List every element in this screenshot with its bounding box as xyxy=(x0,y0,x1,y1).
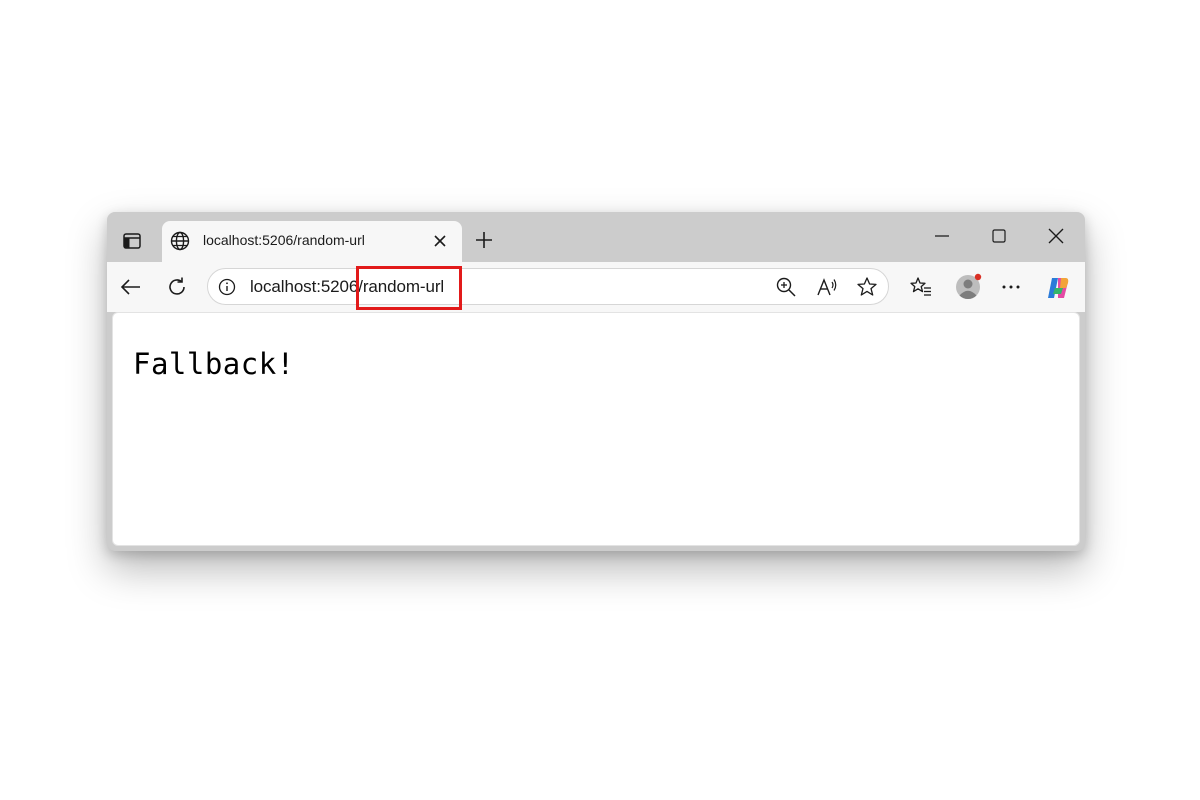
browser-window: localhost:5206/random-url localhost:5206… xyxy=(107,212,1085,551)
refresh-icon[interactable] xyxy=(165,275,189,299)
maximize-icon[interactable] xyxy=(989,226,1009,246)
arrow-left-icon[interactable] xyxy=(119,275,143,299)
more-icon[interactable] xyxy=(999,275,1023,299)
minimize-icon[interactable] xyxy=(932,226,952,246)
close-window-icon[interactable] xyxy=(1046,226,1066,246)
page-body-text: Fallback! xyxy=(133,347,295,381)
page-viewport: Fallback! xyxy=(112,312,1080,546)
plus-icon[interactable] xyxy=(474,230,494,250)
address-bar[interactable]: localhost:5206/random-url xyxy=(207,268,889,305)
close-icon[interactable] xyxy=(432,233,448,249)
star-icon[interactable] xyxy=(856,276,878,298)
globe-icon xyxy=(170,231,190,251)
read-aloud-icon[interactable] xyxy=(816,276,838,298)
tab-actions-icon[interactable] xyxy=(121,230,143,252)
zoom-in-icon[interactable] xyxy=(775,276,797,298)
copilot-icon[interactable] xyxy=(1044,274,1072,302)
url-text[interactable]: localhost:5206/random-url xyxy=(250,277,444,297)
tab-strip: localhost:5206/random-url xyxy=(107,212,1085,262)
tab-active[interactable]: localhost:5206/random-url xyxy=(162,221,462,262)
avatar-icon[interactable] xyxy=(954,273,982,301)
toolbar: localhost:5206/random-url xyxy=(107,262,1085,312)
favorites-icon[interactable] xyxy=(909,275,933,299)
info-icon[interactable] xyxy=(218,278,236,296)
tab-title: localhost:5206/random-url xyxy=(203,232,365,248)
